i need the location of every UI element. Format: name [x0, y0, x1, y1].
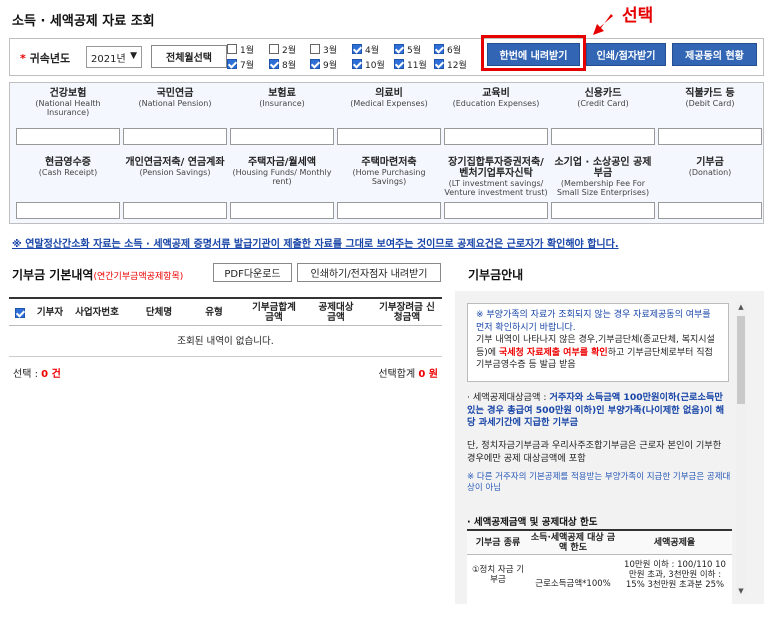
guide-eligible-amount: · 세액공제대상금액 : 거주자와 소득금액 100만원이하(근로소득만 있는 …: [467, 392, 725, 428]
checkbox-checked-icon: [352, 44, 362, 54]
month-checkbox-8[interactable]: 8월: [269, 58, 309, 71]
limits-table-header: 기부금 종류 소득·세액공제 대상 금액 한도 세액공제율: [467, 531, 732, 555]
credit-card-field[interactable]: [551, 128, 655, 145]
category-insurance: 보험료 (Insurance): [259, 88, 305, 108]
category-housing-funds: 주택자금/월세액 (Housing Funds/ Monthly rent): [232, 157, 332, 186]
housing-funds-field[interactable]: [230, 202, 334, 219]
guide-note: ※ 다른 거주자의 기본공제를 적용받는 부양가족이 지급한 기부금은 공제대상…: [467, 472, 731, 493]
checkbox-icon: [227, 44, 237, 54]
selected-count: 선택 : 0 건: [13, 369, 61, 380]
table-footer: 선택 : 0 건 선택합계 0 원: [9, 357, 442, 384]
medical-field[interactable]: [337, 128, 441, 145]
health-insurance-field[interactable]: [16, 128, 120, 145]
print-submit-button[interactable]: 인쇄/점자받기: [586, 43, 666, 66]
guide-section-title: 기부금안내: [468, 268, 524, 282]
national-pension-field[interactable]: [123, 128, 227, 145]
checkbox-checked-icon: [394, 44, 404, 54]
scroll-up-icon[interactable]: ▲: [736, 302, 746, 312]
annotation-label: 선택: [622, 6, 654, 26]
small-enterprise-field[interactable]: [551, 202, 655, 219]
notice-link[interactable]: ※ 연말정산간소화 자료는 소득 · 세액공제 증명서류 발급기관이 제출한 자…: [12, 235, 619, 250]
select-all-months-button[interactable]: 전체월선택: [151, 45, 227, 68]
checkbox-icon: [269, 44, 279, 54]
annotation-arrow-icon: [593, 14, 613, 35]
limits-table: 기부금 종류 소득·세액공제 대상 금액 한도 세액공제율 ①정치 자금 기부금…: [467, 529, 732, 604]
checkbox-checked-icon: [434, 44, 444, 54]
category-health-insurance: 건강보험 (National Health Insurance): [35, 88, 101, 117]
year-label: * 귀속년도: [20, 52, 71, 65]
provider-status-button[interactable]: 제공동의 현황: [672, 43, 757, 66]
category-cash-receipt: 현금영수증 (Cash Receipt): [38, 157, 98, 177]
month-column: 5월 11월: [394, 43, 434, 73]
checkbox-checked-icon: [394, 59, 404, 69]
pension-savings-field[interactable]: [123, 202, 227, 219]
month-column: 3월 9월: [310, 43, 350, 73]
cash-receipt-field[interactable]: [16, 202, 120, 219]
scroll-down-icon[interactable]: ▼: [736, 586, 746, 596]
category-debit-card: 직불카드 등 (Debit Card): [685, 88, 735, 108]
month-checkbox-12[interactable]: 12월: [434, 58, 474, 71]
checkbox-checked-icon: [352, 59, 362, 69]
month-checkbox-11[interactable]: 11월: [394, 58, 434, 71]
checkbox-checked-icon: [310, 59, 320, 69]
guide-limits-title: · 세액공제금액 및 공제대상 한도: [467, 517, 598, 528]
debit-card-field[interactable]: [658, 128, 762, 145]
selected-total: 선택합계 0 원: [378, 369, 438, 380]
month-checkbox-5[interactable]: 5월: [394, 43, 434, 56]
month-column: 1월 7월: [227, 43, 267, 73]
lt-investment-field[interactable]: [444, 202, 548, 219]
category-donation: 기부금 (Donation): [688, 157, 732, 177]
home-savings-field[interactable]: [337, 202, 441, 219]
donation-table: 기부자 사업자번호 단체명 유형 기부금합계 금액 공제대상 금액 기부장려금 …: [9, 297, 442, 384]
guide-exception: 단, 정치자금기부금과 우리사주조합기부금은 근로자 본인이 기부한 경우에만 …: [467, 440, 722, 464]
print-braille-button[interactable]: 인쇄하기/전자점자 내려받기: [297, 263, 441, 282]
month-checkbox-9[interactable]: 9월: [310, 58, 350, 71]
guide-panel: ※ 부양가족의 자료가 조회되지 않는 경우 자료제공동의 여부를 먼저 확인하…: [455, 291, 764, 604]
scroll-thumb[interactable]: [737, 316, 745, 404]
category-credit-card: 신용카드 (Credit Card): [577, 88, 629, 108]
year-select[interactable]: 2021년 ▼: [86, 46, 142, 68]
select-all-checkbox[interactable]: [13, 299, 29, 326]
month-checkbox-7[interactable]: 7월: [227, 58, 267, 71]
checkbox-checked-icon: [434, 59, 444, 69]
month-checkbox-4[interactable]: 4월: [352, 43, 392, 56]
pdf-download-button[interactable]: PDF다운로드: [213, 263, 292, 282]
donation-section-title: 기부금 기본내역(연간기부금액공제항목): [12, 268, 184, 282]
month-checkbox-10[interactable]: 10월: [352, 58, 392, 71]
chevron-down-icon: ▼: [130, 51, 137, 61]
download-all-button[interactable]: 한번에 내려받기: [487, 43, 580, 66]
category-national-pension: 국민연금 (National Pension): [138, 88, 212, 108]
checkbox-checked-icon: [14, 307, 25, 318]
donation-field[interactable]: [658, 202, 762, 219]
insurance-field[interactable]: [230, 128, 334, 145]
month-checkbox-3[interactable]: 3월: [310, 43, 350, 56]
month-column: 2월 8월: [269, 43, 309, 73]
month-column: 4월 10월: [352, 43, 392, 73]
guide-box: ※ 부양가족의 자료가 조회되지 않는 경우 자료제공동의 여부를 먼저 확인하…: [467, 303, 729, 382]
category-small-enterprise: 소기업 · 소상공인 공제부금 (Membership Fee For Small…: [554, 157, 652, 197]
month-checkbox-1[interactable]: 1월: [227, 43, 267, 56]
category-education: 교육비 (Education Expenses): [452, 88, 540, 108]
checkbox-checked-icon: [269, 59, 279, 69]
page-title: 소득 · 세액공제 자료 조회: [12, 14, 155, 29]
category-grid: 건강보험 (National Health Insurance) 국민연금 (Nat…: [9, 82, 764, 224]
category-pension-savings: 개인연금저축/ 연금계좌 (Pension Savings): [125, 157, 225, 177]
table-empty-message: 조회된 내역이 없습니다.: [9, 326, 442, 357]
category-home-savings: 주택마련저축 (Home Purchasing Savings): [352, 157, 426, 186]
month-checkbox-6[interactable]: 6월: [434, 43, 474, 56]
checkbox-checked-icon: [227, 59, 237, 69]
education-field[interactable]: [444, 128, 548, 145]
month-column: 6월 12월: [434, 43, 474, 73]
table-header: 기부자 사업자번호 단체명 유형 기부금합계 금액 공제대상 금액 기부장려금 …: [9, 297, 442, 326]
category-lt-investment: 장기집합투자증권저축/ 벤처기업투자신탁 (LT investment savin…: [444, 157, 548, 197]
month-checkbox-2[interactable]: 2월: [269, 43, 309, 56]
checkbox-icon: [310, 44, 320, 54]
limits-row-political: ①정치 자금 기부금 근로소득금액*100% 10만원 이하 : 100/110…: [471, 560, 726, 590]
category-medical: 의료비 (Medical Expenses): [350, 88, 428, 108]
guide-scrollbar[interactable]: ▲ ▼: [736, 302, 746, 596]
